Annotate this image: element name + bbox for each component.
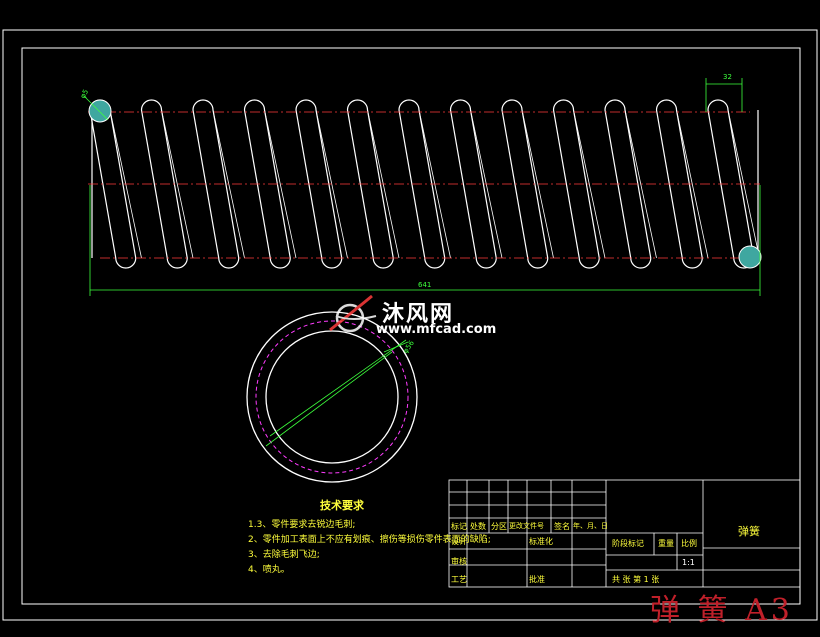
tb-standard: 标准化 bbox=[529, 537, 553, 546]
tb-scale: 比例 bbox=[681, 539, 697, 548]
tb-scale-value: 1:1 bbox=[682, 558, 695, 567]
ring-dim-line bbox=[269, 339, 407, 437]
tb-hdr-sign: 签名 bbox=[554, 522, 570, 531]
tech-req-item: 1.3、零件要求去锐边毛刺; bbox=[248, 520, 356, 530]
tb-review: 审核 bbox=[451, 557, 467, 566]
wire-section-top bbox=[88, 99, 112, 123]
spring-front-view bbox=[83, 78, 762, 296]
tb-hdr-date: 年、月、日 bbox=[573, 522, 608, 530]
ring-dim-line-2 bbox=[265, 351, 393, 447]
watermark-url: www.mfcad.com bbox=[376, 322, 497, 337]
tech-req-item: 4、喷丸。 bbox=[248, 565, 290, 575]
tb-stage-mark: 阶段标记 bbox=[612, 539, 644, 548]
tech-req-title: 技术要求 bbox=[320, 499, 364, 512]
tb-hdr-docno: 更改文件号 bbox=[509, 522, 544, 530]
dim-pitch: 32 bbox=[723, 73, 732, 81]
tb-sheet: 共 张 第 1 张 bbox=[612, 575, 660, 584]
tb-hdr-mark: 标记 bbox=[451, 522, 467, 531]
tb-part-name: 弹簧 bbox=[738, 525, 760, 538]
tech-req-item: 3、去除毛刺飞边; bbox=[248, 550, 320, 560]
tb-process: 工艺 bbox=[451, 575, 467, 584]
tb-design: 设计 bbox=[451, 537, 467, 546]
tb-hdr-zone: 分区 bbox=[491, 522, 507, 531]
tb-weight: 重量 bbox=[658, 539, 674, 548]
spring-end-view bbox=[246, 311, 418, 483]
wire-section-bottom bbox=[738, 245, 762, 269]
dim-total-length: 641 bbox=[418, 281, 432, 289]
tb-approve: 批准 bbox=[529, 575, 545, 584]
watermark-logo bbox=[329, 294, 377, 333]
tb-hdr-count: 处数 bbox=[470, 522, 486, 531]
sheet-stamp: 弹 簧 A3 bbox=[650, 593, 794, 628]
